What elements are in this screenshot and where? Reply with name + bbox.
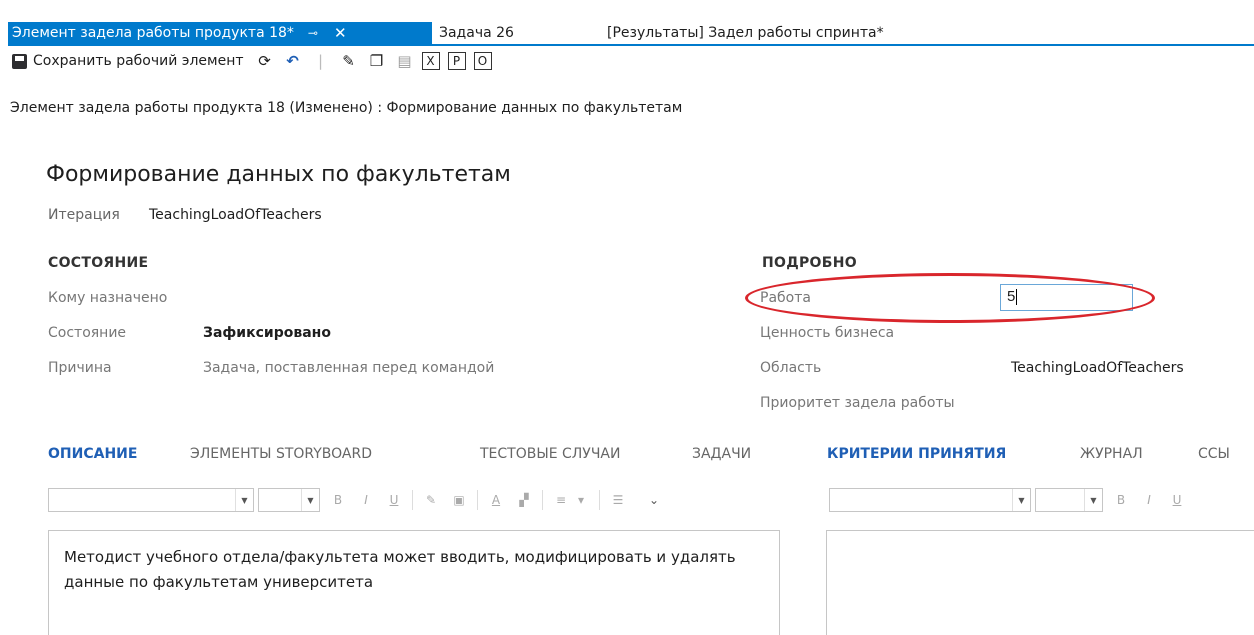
format-painter-icon[interactable]: ▞ — [514, 490, 534, 510]
font-color-button[interactable]: A — [486, 490, 506, 510]
tab-task-26[interactable]: Задача 26 — [439, 22, 514, 44]
description-text: Методист учебного отдела/факультета може… — [64, 548, 736, 591]
underline-button[interactable]: U — [384, 490, 404, 510]
work-item-title[interactable]: Формирование данных по факультетам — [46, 162, 511, 187]
tab-storyboard-items[interactable]: ЭЛЕМЕНТЫ STORYBOARD — [190, 446, 372, 462]
tab-label: Задача 26 — [439, 25, 514, 41]
tab-label: [Результаты] Задел работы спринта* — [607, 25, 884, 41]
undo-icon[interactable]: ↶ — [282, 50, 304, 72]
refresh-icon[interactable]: ⟳ — [254, 50, 276, 72]
work-item-breadcrumb: Элемент задела работы продукта 18 (Измен… — [10, 100, 683, 116]
reason-value[interactable]: Задача, поставленная перед командой — [203, 360, 494, 376]
backlog-priority-label: Приоритет задела работы — [760, 395, 955, 411]
chevron-down-icon: ▼ — [1084, 489, 1102, 511]
chevron-down-icon[interactable]: ▾ — [571, 490, 591, 510]
tab-history[interactable]: ЖУРНАЛ — [1080, 446, 1143, 462]
italic-button[interactable]: I — [356, 490, 376, 510]
separator — [412, 490, 413, 510]
highlight-annotation — [745, 273, 1155, 323]
state-value[interactable]: Зафиксировано — [203, 325, 331, 341]
assigned-to-label: Кому назначено — [48, 290, 168, 306]
font-size-combo[interactable]: ▼ — [1035, 488, 1103, 512]
tab-description[interactable]: ОПИСАНИЕ — [48, 446, 137, 462]
copy-icon[interactable]: ❐ — [366, 50, 388, 72]
separator — [542, 490, 543, 510]
chevron-down-icon: ▼ — [301, 489, 319, 511]
excel-button[interactable]: X — [421, 52, 440, 70]
bold-button[interactable]: B — [328, 490, 348, 510]
highlight-icon[interactable]: ✎ — [421, 490, 441, 510]
font-size-combo[interactable]: ▼ — [258, 488, 320, 512]
description-format-toolbar: ▼ ▼ B I U ✎ ▣ A ▞ ≡ ▾ ☰ ⌄ — [48, 487, 664, 513]
tab-sprint-backlog-results[interactable]: [Результаты] Задел работы спринта* — [607, 22, 884, 44]
tab-links[interactable]: ССЫ — [1198, 446, 1230, 462]
overflow-icon[interactable]: ⌄ — [644, 490, 664, 510]
iteration-label: Итерация — [48, 207, 120, 223]
chevron-down-icon: ▼ — [1012, 489, 1030, 511]
font-family-combo[interactable]: ▼ — [48, 488, 254, 512]
state-label: Состояние — [48, 325, 127, 341]
image-icon[interactable]: ▣ — [449, 490, 469, 510]
save-work-item-button[interactable]: Сохранить рабочий элемент — [12, 53, 244, 69]
iteration-value[interactable]: TeachingLoadOfTeachers — [149, 207, 322, 223]
save-work-item-label: Сохранить рабочий элемент — [33, 53, 244, 69]
link-icon[interactable]: ✎ — [338, 50, 360, 72]
state-section-heading: СОСТОЯНИЕ — [48, 255, 149, 271]
work-item-toolbar: Сохранить рабочий элемент ⟳ ↶ | ✎ ❐ ▤ X … — [12, 48, 500, 74]
acceptance-format-toolbar: ▼ ▼ B I U — [829, 487, 1187, 513]
bold-button[interactable]: B — [1111, 490, 1131, 510]
close-icon[interactable]: ✕ — [334, 24, 347, 42]
acceptance-criteria-editor[interactable] — [826, 530, 1254, 635]
separator: | — [317, 52, 324, 70]
separator — [599, 490, 600, 510]
tab-tasks[interactable]: ЗАДАЧИ — [692, 446, 751, 462]
bullet-list-icon[interactable]: ☰ — [608, 490, 628, 510]
font-family-combo[interactable]: ▼ — [829, 488, 1031, 512]
area-value[interactable]: TeachingLoadOfTeachers — [1011, 360, 1184, 376]
italic-button[interactable]: I — [1139, 490, 1159, 510]
chevron-down-icon: ▼ — [235, 489, 253, 511]
print-icon[interactable]: ▤ — [394, 50, 416, 72]
pin-icon[interactable]: ⊸ — [308, 26, 318, 40]
save-icon — [12, 53, 27, 69]
separator — [477, 490, 478, 510]
project-button[interactable]: P — [447, 52, 466, 70]
outlook-button[interactable]: O — [473, 52, 492, 70]
tab-acceptance-criteria[interactable]: КРИТЕРИИ ПРИНЯТИЯ — [827, 446, 1006, 462]
tab-product-backlog-item-18[interactable]: Элемент задела работы продукта 18* ⊸ ✕ — [8, 22, 432, 44]
align-icon[interactable]: ≡ — [551, 490, 571, 510]
business-value-label: Ценность бизнеса — [760, 325, 895, 341]
reason-label: Причина — [48, 360, 112, 376]
details-section-heading: ПОДРОБНО — [762, 255, 857, 271]
tab-label: Элемент задела работы продукта 18* — [12, 25, 294, 41]
document-tab-strip: Элемент задела работы продукта 18* ⊸ ✕ З… — [0, 0, 1254, 46]
tab-underline — [8, 44, 1254, 46]
tab-test-cases[interactable]: ТЕСТОВЫЕ СЛУЧАИ — [480, 446, 620, 462]
underline-button[interactable]: U — [1167, 490, 1187, 510]
area-label: Область — [760, 360, 822, 376]
